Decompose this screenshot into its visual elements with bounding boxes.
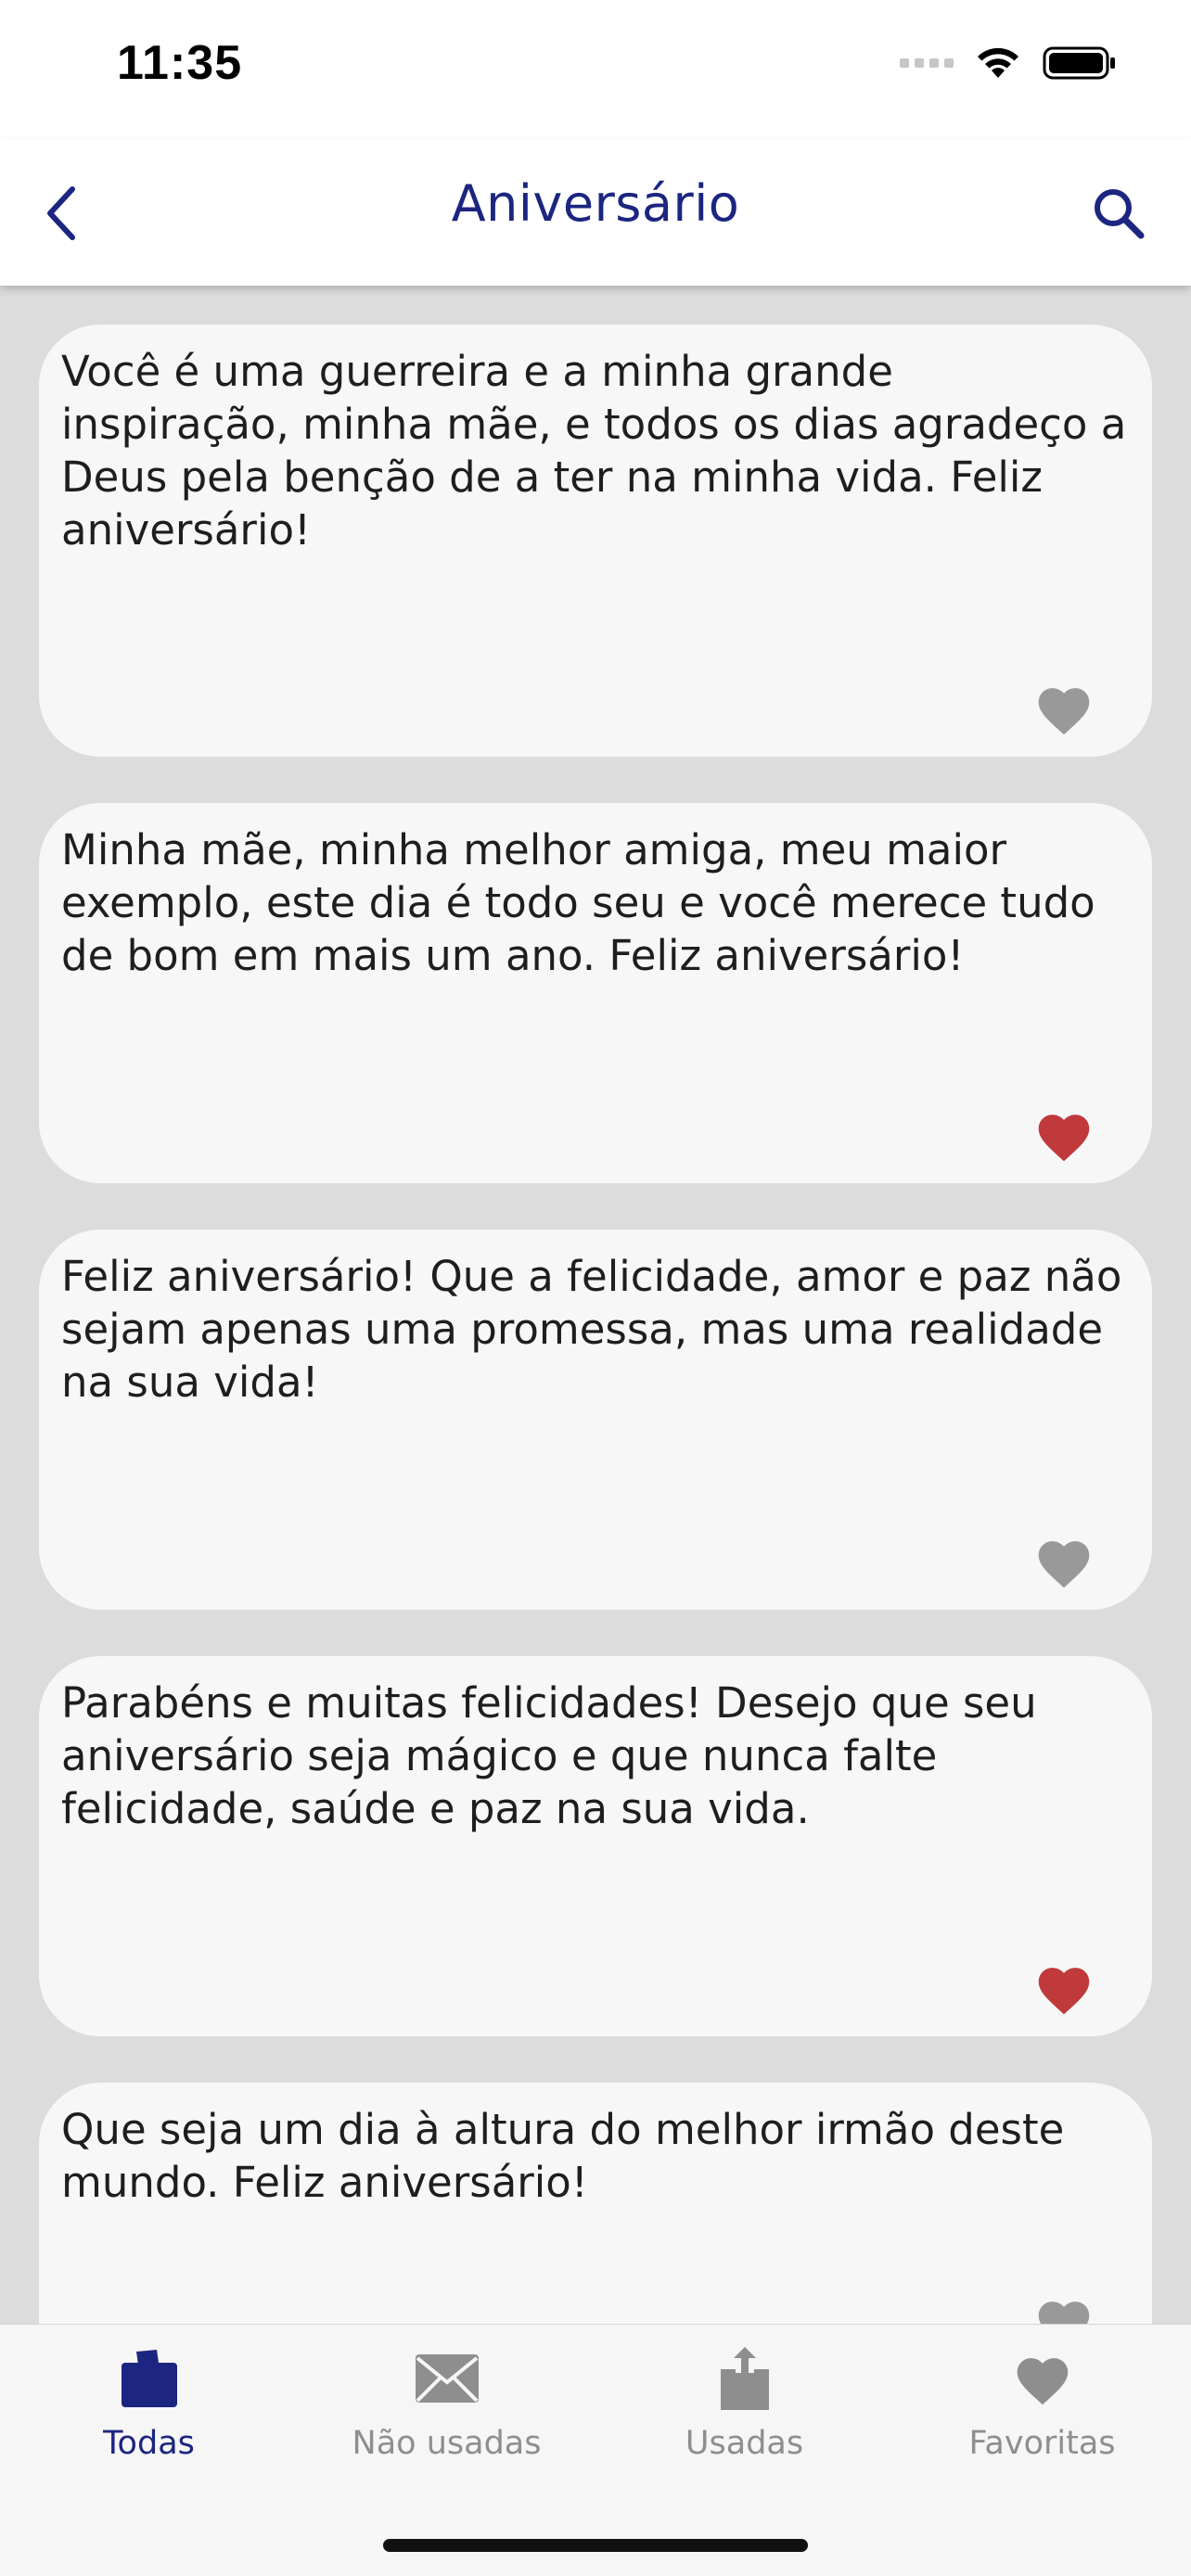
heart-icon [1005, 2343, 1080, 2414]
message-text: Minha mãe, minha melhor amiga, meu maior… [61, 825, 1095, 980]
tab-label: Favoritas [968, 2425, 1116, 2462]
heart-icon[interactable] [1033, 1960, 1095, 2016]
navigation-bar: Aniversário [0, 139, 1191, 286]
envelope-icon [410, 2343, 484, 2414]
tab-bar: Todas Não usadas Usadas Favoritas [0, 2324, 1191, 2576]
message-text: Feliz aniversário! Que a felicidade, amo… [61, 1252, 1122, 1407]
message-card[interactable]: Que seja um dia à altura do melhor irmão… [39, 2083, 1152, 2324]
tab-label: Todas [103, 2425, 195, 2462]
message-text: Você é uma guerreira e a minha grande in… [61, 347, 1127, 555]
status-time: 11:35 [117, 36, 243, 90]
search-icon [1095, 189, 1145, 239]
message-card[interactable]: Você é uma guerreira e a minha grande in… [39, 325, 1152, 757]
status-bar: 11:35 [0, 0, 1191, 139]
tab-todas[interactable]: Todas [0, 2343, 298, 2492]
message-card[interactable]: Minha mãe, minha melhor amiga, meu maior… [39, 803, 1152, 1183]
signal-icon [900, 58, 954, 68]
message-card[interactable]: Feliz aniversário! Que a felicidade, amo… [39, 1230, 1152, 1610]
heart-icon[interactable] [1033, 1534, 1095, 1589]
heart-icon[interactable] [1033, 1107, 1095, 1163]
tab-nao-usadas[interactable]: Não usadas [298, 2343, 596, 2492]
page-title: Aniversário [451, 174, 740, 233]
message-text: Parabéns e muitas felicidades! Desejo qu… [61, 1678, 1037, 1833]
tab-label: Não usadas [352, 2425, 542, 2462]
wifi-icon [978, 47, 1018, 78]
message-card[interactable]: Parabéns e muitas felicidades! Desejo qu… [39, 1656, 1152, 2036]
tab-favoritas[interactable]: Favoritas [893, 2343, 1191, 2492]
home-indicator[interactable] [383, 2539, 808, 2552]
messages-list[interactable]: Você é uma guerreira e a minha grande in… [0, 286, 1191, 2324]
share-icon [708, 2343, 782, 2414]
tab-usadas[interactable]: Usadas [596, 2343, 893, 2492]
search-button[interactable] [1083, 178, 1154, 249]
folder-icon [112, 2343, 186, 2414]
heart-icon[interactable] [1033, 681, 1095, 736]
heart-icon[interactable] [1033, 2294, 1095, 2324]
battery-icon [1043, 46, 1115, 80]
status-icons [900, 45, 1117, 82]
message-text: Que seja um dia à altura do melhor irmão… [61, 2105, 1065, 2207]
tab-label: Usadas [685, 2425, 804, 2462]
